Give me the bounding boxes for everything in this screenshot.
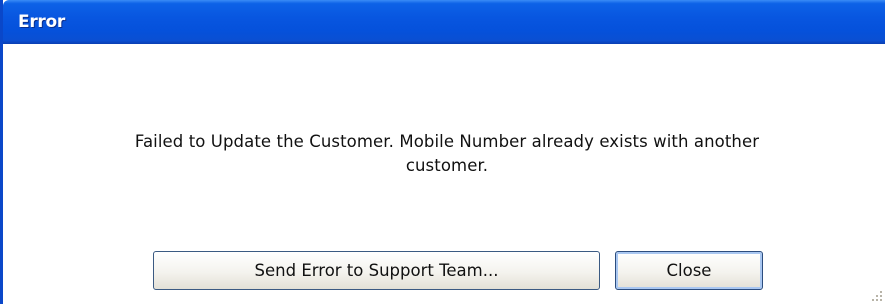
resize-grip-icon[interactable] <box>868 287 882 301</box>
dialog-title: Error <box>18 12 65 32</box>
error-message-line-1: Failed to Update the Customer. Mobile Nu… <box>134 132 760 151</box>
error-message-line-2: customer. <box>405 156 489 175</box>
send-error-button[interactable]: Send Error to Support Team... <box>153 251 600 290</box>
close-button[interactable]: Close <box>615 251 763 290</box>
title-bar[interactable]: Error <box>3 0 885 44</box>
error-dialog: Error Failed to Update the Customer. Mob… <box>0 0 885 304</box>
dialog-content: Failed to Update the Customer. Mobile Nu… <box>3 44 885 304</box>
error-message: Failed to Update the Customer. Mobile Nu… <box>9 130 885 178</box>
